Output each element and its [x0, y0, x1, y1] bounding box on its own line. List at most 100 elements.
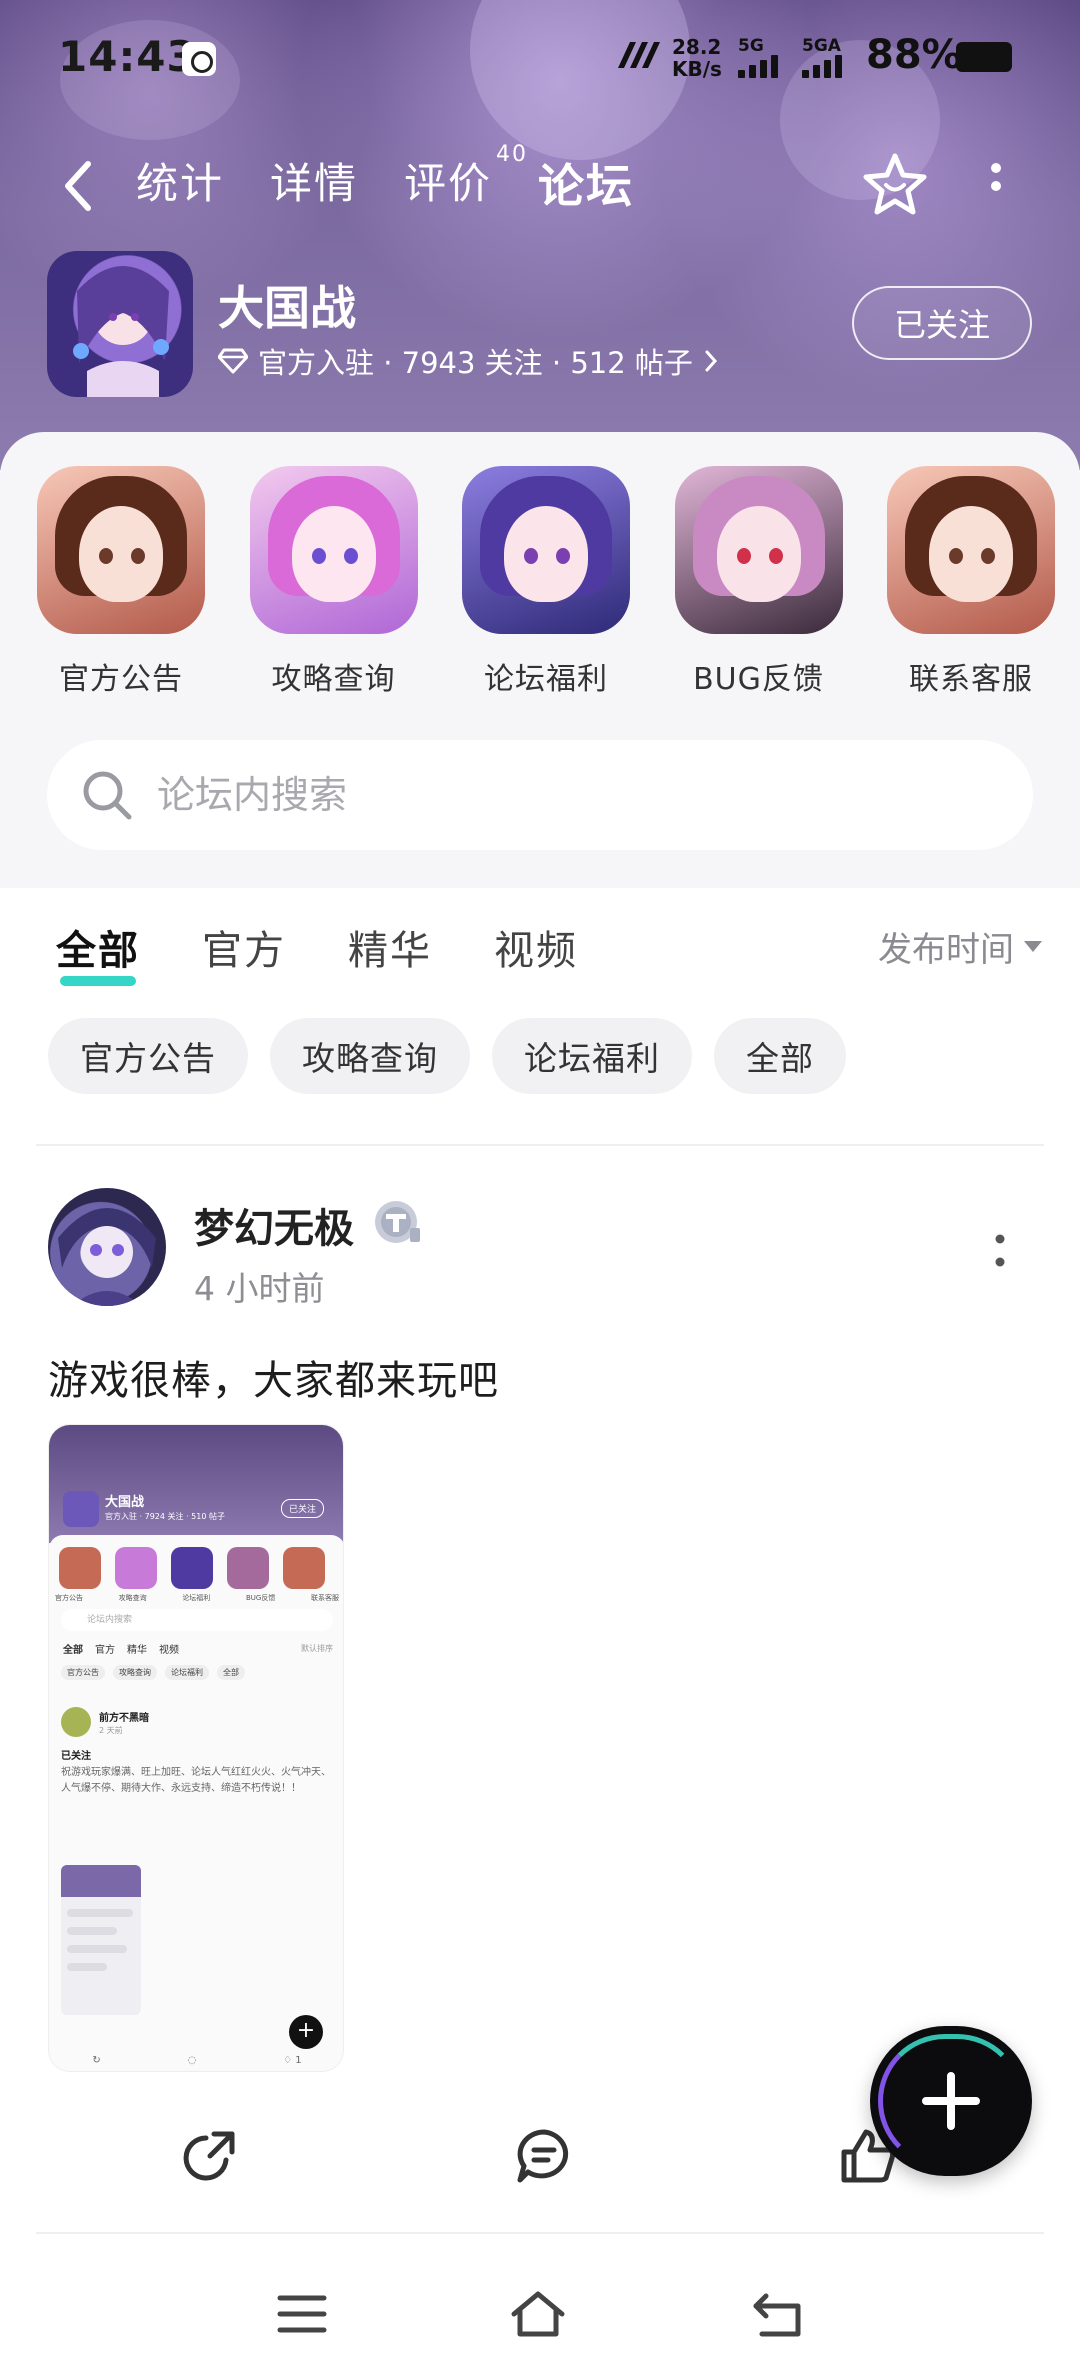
thumb-follow: 已关注 — [281, 1499, 325, 1518]
guides-icon — [249, 466, 418, 634]
game-icon — [47, 251, 193, 397]
search-input[interactable] — [157, 773, 957, 817]
thumb-sort: 默认排序 — [301, 1644, 333, 1653]
thumb-tab: 官方 — [95, 1645, 115, 1656]
thumb-like: ♢ 1 — [283, 2055, 302, 2066]
filter-tab-featured[interactable]: 精华 — [348, 918, 432, 976]
bug-report-icon — [674, 466, 843, 634]
favorite-star-icon[interactable] — [862, 152, 928, 216]
dropdown-arrow-icon — [1024, 941, 1042, 952]
thumb-icon-label: 官方公告 — [55, 1594, 83, 1602]
status-bar: 14:43 28.2 KB/s 5G 5GA 88% — [0, 0, 1080, 116]
filter-tab-video[interactable]: 视频 — [494, 918, 578, 976]
tab-details-label: 详情 — [270, 159, 359, 208]
thumb-comment-icon: ◌ — [187, 2055, 197, 2066]
status-time: 14:43 — [58, 32, 197, 81]
post-author-name[interactable]: 梦幻无极 — [194, 1196, 354, 1254]
thumb-heading: 已关注 — [61, 1751, 91, 1762]
thumb-chip: 官方公告 — [61, 1665, 105, 1680]
thumb-nested-image — [61, 1865, 141, 2015]
quick-link-label: 官方公告 — [59, 662, 183, 697]
quick-links: 官方公告 攻略查询 论坛福利 BUG反馈 联系客服 — [36, 466, 1056, 698]
divider — [36, 1144, 1044, 1146]
quick-link-guides[interactable]: 攻略查询 — [249, 466, 419, 698]
net-speed: 28.2 KB/s — [672, 36, 722, 80]
diamond-icon — [218, 348, 248, 374]
sort-label: 发布时间 — [878, 930, 1014, 970]
net-speed-value: 28.2 — [672, 35, 722, 59]
post-content: 游戏很棒，大家都来玩吧 — [48, 1358, 499, 1404]
thumb-game-icon — [63, 1491, 99, 1527]
filter-tab-all[interactable]: 全部 — [56, 918, 140, 986]
quick-link-bug-report[interactable]: BUG反馈 — [674, 466, 844, 698]
quick-link-announcements[interactable]: 官方公告 — [36, 466, 206, 698]
game-meta-text: 官方入驻 · 7943 关注 · 512 帖子 — [258, 346, 693, 380]
plus-icon — [922, 2072, 980, 2130]
thumb-chip: 论坛福利 — [165, 1665, 209, 1680]
thumb-like-count: 1 — [295, 2055, 302, 2066]
thumb-title: 大国战 — [105, 1495, 145, 1510]
chip-all[interactable]: 全部 — [714, 1018, 846, 1094]
post-filter-tabs: 全部 官方 精华 视频 — [56, 918, 640, 986]
detail-tabs: 统计 详情 评价 40 论坛 — [136, 142, 680, 216]
thumb-body: 祝游戏玩家爆满、旺上加旺、论坛人气红红火火、火气冲天、人气爆不停、期待大作、永远… — [61, 1767, 331, 1794]
battery-icon — [956, 42, 1012, 72]
sim1-label: 5G — [738, 36, 764, 56]
user-level-badge-icon — [375, 1201, 420, 1243]
system-nav-bar — [0, 2252, 1080, 2376]
quick-link-label: BUG反馈 — [693, 662, 824, 697]
thumb-icon-labels: 官方公告 攻略查询 论坛福利 BUG反馈 联系客服 — [55, 1593, 339, 1603]
forum-search-bar[interactable] — [47, 740, 1033, 850]
post-image-thumbnail[interactable]: 大国战 官方入驻 · 7924 关注 · 510 帖子 已关注 官方公告 攻略查… — [48, 1424, 344, 2072]
chip-guides[interactable]: 攻略查询 — [270, 1018, 470, 1094]
tab-reviews[interactable]: 评价 40 — [404, 142, 526, 216]
net-speed-unit: KB/s — [672, 57, 722, 81]
sort-dropdown[interactable]: 发布时间 — [878, 922, 1042, 971]
share-icon[interactable] — [180, 2126, 240, 2186]
quick-link-support[interactable]: 联系客服 — [886, 466, 1056, 698]
network-activity-icon — [618, 42, 660, 68]
thumb-tab: 全部 — [63, 1645, 83, 1656]
thumb-icon-label: 联系客服 — [310, 1594, 339, 1602]
follow-button[interactable]: 已关注 — [852, 286, 1032, 360]
quick-link-label: 论坛福利 — [484, 662, 608, 697]
menu-icon[interactable] — [274, 2288, 330, 2340]
thumb-icon — [283, 1547, 325, 1589]
sim2-label: 5GA — [802, 36, 841, 56]
thumb-tab: 精华 — [127, 1645, 147, 1656]
thumb-tab: 视频 — [159, 1645, 179, 1656]
back-icon[interactable] — [750, 2288, 806, 2340]
home-icon[interactable] — [510, 2288, 566, 2340]
tab-stats-label: 统计 — [136, 159, 225, 208]
comment-icon[interactable] — [514, 2126, 574, 2186]
game-meta[interactable]: 官方入驻 · 7943 关注 · 512 帖子 — [218, 340, 719, 382]
battery-percent: 88% — [866, 32, 962, 78]
thumb-chip: 全部 — [217, 1665, 245, 1680]
signal-sim2-icon: 5GA — [802, 36, 862, 78]
create-post-fab[interactable] — [870, 2026, 1032, 2176]
thumb-time: 2 天前 — [99, 1726, 123, 1735]
search-icon — [83, 771, 132, 820]
reviews-count-badge: 40 — [496, 142, 529, 167]
benefits-icon — [462, 466, 630, 634]
quick-link-benefits[interactable]: 论坛福利 — [461, 466, 631, 698]
tab-stats[interactable]: 统计 — [136, 150, 224, 216]
post-author-avatar[interactable] — [48, 1188, 166, 1306]
chevron-right-icon — [705, 350, 717, 372]
filter-tab-official[interactable]: 官方 — [202, 918, 286, 976]
chip-benefits[interactable]: 论坛福利 — [492, 1018, 692, 1094]
thumb-share-icon: ↻ — [92, 2055, 101, 2066]
thumb-search: 论坛内搜索 — [61, 1609, 333, 1631]
back-arrow-icon[interactable] — [58, 158, 98, 214]
post-time: 4 小时前 — [194, 1269, 325, 1308]
post-more-icon[interactable] — [994, 1234, 1006, 1268]
tab-forum[interactable]: 论坛 — [534, 150, 639, 216]
more-vertical-icon[interactable] — [984, 160, 1008, 210]
tab-details[interactable]: 详情 — [270, 150, 358, 216]
app-notification-icon — [182, 42, 216, 76]
thumb-fab-plus-icon: + — [289, 2015, 323, 2049]
chip-announcements[interactable]: 官方公告 — [48, 1018, 248, 1094]
quick-link-label: 攻略查询 — [271, 662, 396, 697]
thumb-icon-label: 攻略查询 — [118, 1594, 147, 1602]
forum-screen: 14:43 28.2 KB/s 5G 5GA 88% 统计 详情 评价 40 论… — [0, 0, 1080, 2376]
